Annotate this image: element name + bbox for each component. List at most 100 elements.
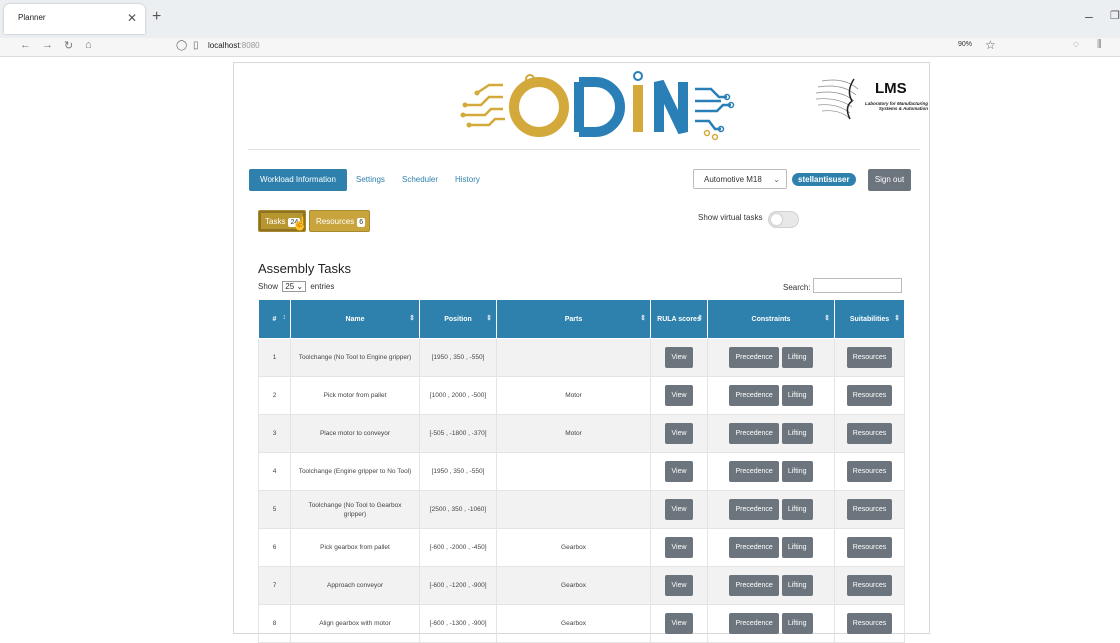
page-icon[interactable]: ▯ — [193, 40, 199, 51]
show-entries-control: Show 25 ⌄ entries — [258, 281, 334, 292]
lifting-button[interactable]: Lifting — [781, 575, 813, 596]
precedence-button[interactable]: Precedence — [729, 613, 779, 634]
lifting-button[interactable]: Lifting — [781, 461, 813, 482]
resources-suitability-button[interactable]: Resources — [846, 537, 893, 558]
resources-suitability-button[interactable]: Resources — [846, 423, 893, 444]
cell-position: [1950 , 350 , -550] — [419, 338, 497, 377]
browser-tab[interactable]: Planner ✕ — [4, 4, 145, 34]
precedence-button[interactable]: Precedence — [729, 461, 779, 482]
col-header-name[interactable]: Name ⇕ — [290, 299, 420, 339]
workspace-select[interactable]: Automotive M18 ⌄ — [693, 169, 787, 189]
precedence-button[interactable]: Precedence — [729, 347, 779, 368]
resources-suitability-button[interactable]: Resources — [846, 347, 893, 368]
view-rula-button[interactable]: View — [665, 499, 693, 520]
sign-out-button[interactable]: Sign out — [868, 169, 911, 191]
resources-suitability-button[interactable]: Resources — [846, 461, 893, 482]
chevron-down-icon: ⌄ — [773, 175, 780, 184]
col-header-position[interactable]: Position ⇕ — [419, 299, 497, 339]
lifting-button[interactable]: Lifting — [781, 613, 813, 634]
resources-count-badge: 6 — [357, 218, 366, 227]
entries-select[interactable]: 25 ⌄ — [282, 281, 307, 292]
view-rula-button[interactable]: View — [665, 347, 693, 368]
cell-constraints: Precedence Lifting — [707, 452, 835, 491]
lifting-button[interactable]: Lifting — [781, 537, 813, 558]
cell-id: 8 — [258, 604, 291, 643]
cell-name: Toolchange (Engine gripper to No Tool) — [290, 452, 420, 491]
table-row: 5 Toolchange (No Tool to Gearbox gripper)… — [258, 490, 905, 529]
view-rula-button[interactable]: View — [665, 575, 693, 596]
minimize-icon[interactable]: – — [1085, 8, 1093, 24]
resources-suitability-button[interactable]: Resources — [846, 385, 893, 406]
col-header-parts[interactable]: Parts ⇕ — [496, 299, 651, 339]
precedence-button[interactable]: Precedence — [729, 385, 779, 406]
precedence-button[interactable]: Precedence — [729, 423, 779, 444]
resources-suitability-button[interactable]: Resources — [846, 499, 893, 520]
cell-name: Align gearbox with motor — [290, 604, 420, 643]
cell-name: Toolchange (No Tool to Gearbox gripper) — [290, 490, 420, 529]
close-tab-icon[interactable]: ✕ — [127, 11, 137, 25]
shield-icon[interactable]: ◯ — [176, 40, 187, 51]
lifting-button[interactable]: Lifting — [781, 423, 813, 444]
tab-workload-information[interactable]: Workload Information — [249, 169, 347, 191]
col-header-rula-label: RULA scores — [657, 315, 701, 323]
url-bar[interactable]: localhost:8080 — [208, 41, 260, 50]
col-header-position-label: Position — [444, 315, 472, 323]
tab-history[interactable]: History — [455, 175, 480, 184]
precedence-button[interactable]: Precedence — [729, 499, 779, 520]
precedence-button[interactable]: Precedence — [729, 537, 779, 558]
search-input[interactable] — [813, 278, 902, 293]
tab-scheduler[interactable]: Scheduler — [402, 175, 438, 184]
odin-logo — [460, 71, 735, 141]
cell-rula: View — [650, 490, 708, 529]
cell-position: [-505 , -1800 , -370] — [419, 414, 497, 453]
resources-button-label: Resources — [316, 217, 355, 226]
tab-settings[interactable]: Settings — [356, 175, 385, 184]
restore-icon[interactable]: ❐ — [1110, 9, 1120, 22]
resources-button[interactable]: Resources 6 — [309, 210, 370, 232]
resources-suitability-button[interactable]: Resources — [846, 613, 893, 634]
browser-tab-bar: Planner ✕ + – ❐ — [0, 0, 1120, 38]
col-header-id[interactable]: # ↕ — [258, 299, 291, 339]
sort-icon: ⇕ — [697, 315, 703, 322]
reload-icon[interactable]: ↻ — [64, 39, 73, 52]
cell-id: 1 — [258, 338, 291, 377]
resources-suitability-button[interactable]: Resources — [846, 575, 893, 596]
view-rula-button[interactable]: View — [665, 423, 693, 444]
view-rula-button[interactable]: View — [665, 461, 693, 482]
cell-position: [-600 , -2000 , -450] — [419, 528, 497, 567]
sort-icon: ⇕ — [409, 315, 415, 322]
home-icon[interactable]: ⌂ — [85, 39, 92, 51]
cell-name: Approach conveyor — [290, 566, 420, 605]
library-icon[interactable]: ⫼ — [1097, 39, 1102, 50]
url-port: :8080 — [239, 41, 260, 50]
cell-suitabilities: Resources — [834, 566, 905, 605]
cell-constraints: Precedence Lifting — [707, 338, 835, 377]
cell-constraints: Precedence Lifting — [707, 566, 835, 605]
back-icon[interactable]: ← — [20, 39, 31, 51]
lifting-button[interactable]: Lifting — [781, 499, 813, 520]
virtual-tasks-label: Show virtual tasks — [698, 213, 763, 222]
user-badge[interactable]: stellantisuser — [792, 173, 856, 186]
table-row: 8 Align gearbox with motor [-600 , -1300 ,… — [258, 604, 905, 643]
cell-id: 6 — [258, 528, 291, 567]
bookmark-star-icon[interactable]: ☆ — [985, 38, 996, 52]
cell-parts: Gearbox — [496, 566, 651, 605]
col-header-rula[interactable]: RULA scores ⇕ — [650, 299, 708, 339]
precedence-button[interactable]: Precedence — [729, 575, 779, 596]
cell-suitabilities: Resources — [834, 338, 905, 377]
lifting-button[interactable]: Lifting — [781, 347, 813, 368]
col-header-constraints[interactable]: Constraints ⇕ — [707, 299, 835, 339]
zoom-level[interactable]: 90% — [958, 41, 972, 48]
cell-parts — [496, 338, 651, 377]
pocket-icon[interactable]: ◌ — [1073, 39, 1079, 50]
virtual-tasks-toggle[interactable] — [768, 211, 799, 228]
cell-constraints: Precedence Lifting — [707, 376, 835, 415]
cell-suitabilities: Resources — [834, 452, 905, 491]
view-rula-button[interactable]: View — [665, 613, 693, 634]
new-tab-icon[interactable]: + — [152, 8, 161, 26]
view-rula-button[interactable]: View — [665, 385, 693, 406]
view-rula-button[interactable]: View — [665, 537, 693, 558]
col-header-suitabilities[interactable]: Suitabilities ⇕ — [834, 299, 905, 339]
forward-icon[interactable]: → — [42, 39, 53, 51]
lifting-button[interactable]: Lifting — [781, 385, 813, 406]
